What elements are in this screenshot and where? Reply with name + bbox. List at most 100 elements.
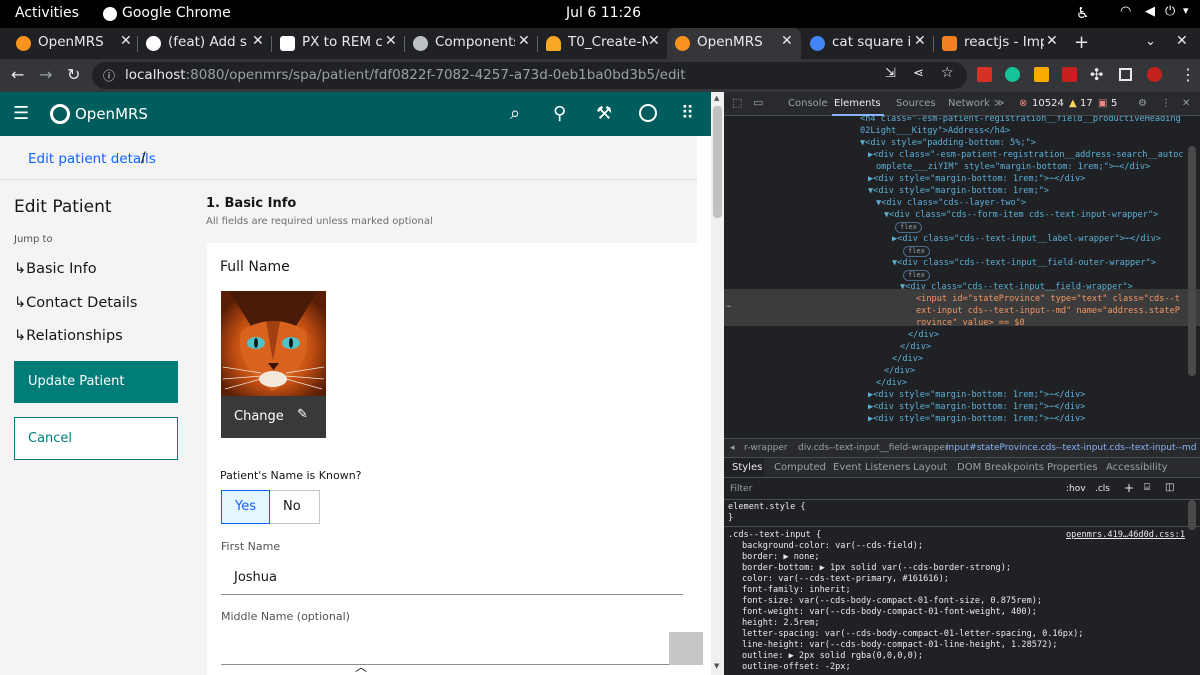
name-known-yes-switch[interactable]: Yes	[221, 490, 270, 524]
brand-name[interactable]: OpenMRS	[75, 105, 148, 123]
rule-selector[interactable]: .cds--text-input {	[728, 530, 821, 541]
edit-pencil-icon[interactable]: ✎	[297, 407, 308, 422]
css-declaration[interactable]: font-weight: var(--cds-body-compact-01-f…	[742, 607, 1037, 618]
address-bar[interactable]: ⓘ localhost:8080/openmrs/spa/patient/fdf…	[92, 62, 967, 89]
browser-tab-active[interactable]: OpenMRS ✕	[667, 28, 801, 59]
tab-dom-breakpoints[interactable]: DOM Breakpoints	[957, 462, 1044, 473]
dom-line[interactable]: ▼<div class="cds--text-input__field-wrap…	[900, 281, 1133, 293]
dom-line[interactable]: ▼<div style="margin-bottom: 1rem;">	[868, 185, 1049, 197]
grammarly-icon[interactable]	[1005, 67, 1020, 82]
browser-tab[interactable]: (feat) Add su ✕	[138, 28, 270, 59]
css-declaration[interactable]: background-color: var(--cds-field);	[742, 541, 923, 552]
close-window-icon[interactable]: ✕	[1176, 33, 1188, 49]
toggle-sidebar-icon[interactable]: ◫	[1165, 482, 1174, 493]
settings-gear-icon[interactable]: ⚙	[1138, 98, 1147, 109]
forward-icon[interactable]: →	[39, 65, 52, 85]
openmrs-logo-icon[interactable]	[50, 104, 70, 124]
dom-line[interactable]: 02Light___Kitgy">Address</h4>	[860, 125, 1010, 137]
inspect-element-icon[interactable]: ⬚	[732, 96, 742, 109]
elements-scrollbar-thumb[interactable]	[1188, 146, 1196, 376]
css-declaration[interactable]: height: 2.5rem;	[742, 618, 820, 629]
flex-badge[interactable]: flex	[903, 270, 930, 281]
css-declaration[interactable]: color: var(--cds-text-primary, #161616);	[742, 574, 949, 585]
scroll-up-arrow-icon[interactable]: ▲	[714, 94, 719, 102]
change-photo-button[interactable]: Change	[234, 409, 284, 424]
first-name-input[interactable]: Joshua	[221, 559, 683, 595]
tab-search-icon[interactable]: ⌄	[1145, 34, 1156, 49]
browser-tab[interactable]: cat square im ✕	[802, 28, 932, 59]
close-tab-icon[interactable]: ✕	[385, 33, 397, 49]
new-tab-icon[interactable]: +	[1074, 32, 1089, 53]
scrollbar-thumb[interactable]	[713, 106, 722, 218]
search-icon[interactable]: ⌕	[510, 104, 520, 124]
dom-line[interactable]: ▶<div style="margin-bottom: 1rem;">⋯</di…	[868, 389, 1085, 401]
hover-state-toggle[interactable]: :hov	[1066, 484, 1086, 494]
chevron-up-icon[interactable]: ︿	[355, 658, 367, 675]
activities-button[interactable]: Activities	[15, 5, 79, 21]
close-tab-icon[interactable]: ✕	[518, 33, 530, 49]
tab-accessibility[interactable]: Accessibility	[1106, 462, 1168, 473]
scroll-down-arrow-icon[interactable]: ▼	[714, 662, 719, 670]
dom-crumb[interactable]: div.cds--text-input__field-wrapper	[798, 443, 949, 453]
dom-line[interactable]: ▼<div class="cds--layer-two">	[876, 197, 1026, 209]
dom-line[interactable]: ▶<div style="margin-bottom: 1rem;">⋯</di…	[868, 401, 1085, 413]
dom-line-selected[interactable]: ext-input cds--text-input--md" name="add…	[916, 305, 1180, 317]
tab-console[interactable]: Console	[788, 98, 828, 109]
dom-line-selected[interactable]: rovince" value> == $0	[916, 317, 1025, 329]
close-devtools-icon[interactable]: ✕	[1182, 98, 1190, 109]
browser-tab[interactable]: T0_Create-N ✕	[538, 28, 666, 59]
styles-scrollbar-thumb[interactable]	[1188, 500, 1196, 530]
dom-line[interactable]: </div>	[884, 365, 915, 377]
app-name[interactable]: Google Chrome	[122, 5, 231, 21]
tab-sources[interactable]: Sources	[896, 98, 936, 109]
browser-tab[interactable]: Components ✕	[405, 28, 536, 59]
tab-properties[interactable]: Properties	[1047, 462, 1098, 473]
css-declaration[interactable]: letter-spacing: var(--cds-body-compact-0…	[742, 629, 1083, 640]
css-declaration[interactable]: outline: ▶ 2px solid rgba(0,0,0,0);	[742, 651, 923, 662]
css-declaration[interactable]: outline-offset: -2px;	[742, 662, 851, 673]
more-tabs-icon[interactable]: ≫	[994, 98, 1004, 109]
flex-badge[interactable]: flex	[895, 222, 922, 233]
warning-count[interactable]: 17	[1080, 98, 1093, 109]
extensions-puzzle-icon[interactable]: ✣	[1090, 65, 1103, 85]
close-tab-icon[interactable]: ✕	[648, 33, 660, 49]
jump-link-relationships[interactable]: ↳Relationships	[14, 328, 123, 344]
inner-scrollbar-thumb[interactable]	[669, 632, 703, 665]
system-admin-wrench-icon[interactable]: ⚒	[596, 104, 612, 124]
extension-icon[interactable]	[977, 67, 992, 82]
css-declaration[interactable]: line-height: var(--cds-body-compact-01-l…	[742, 640, 1058, 651]
dom-line[interactable]: ▼<div class="cds--text-input__field-oute…	[892, 257, 1156, 269]
tab-network[interactable]: Network	[948, 98, 990, 109]
install-app-icon[interactable]: ⇲	[885, 66, 896, 81]
tab-layout[interactable]: Layout	[913, 462, 947, 473]
add-patient-icon[interactable]: ⚲	[553, 104, 566, 124]
dom-crumb-selected[interactable]: input#stateProvince.cds--text-input.cds-…	[946, 443, 1197, 453]
jump-link-contact-details[interactable]: ↳Contact Details	[14, 295, 137, 311]
dom-line[interactable]: <h4 class="-esm-patient-registration__fi…	[860, 116, 1181, 125]
user-avatar-icon[interactable]	[639, 104, 657, 122]
dom-line[interactable]: ▼<div style="padding-bottom: 5%;">	[860, 137, 1036, 149]
extension-icon[interactable]	[1034, 67, 1049, 82]
class-toggle[interactable]: .cls	[1095, 484, 1110, 494]
accessibility-icon[interactable]: ♿	[1076, 4, 1089, 22]
tab-elements[interactable]: Elements	[834, 98, 881, 109]
dom-line[interactable]: ▼<div class="cds--form-item cds--text-in…	[884, 209, 1158, 221]
styles-filter-input[interactable]: Filter	[730, 484, 752, 494]
css-declaration[interactable]: border-bottom: ▶ 1px solid var(--cds-bor…	[742, 563, 1011, 574]
patient-photo-cat-image[interactable]	[221, 291, 326, 396]
element-state-icon[interactable]: ⌸	[1144, 482, 1150, 493]
dom-line[interactable]: ▶<div style="margin-bottom: 1rem;">⋯</di…	[868, 413, 1085, 425]
power-icon[interactable]: ⏻	[1165, 4, 1175, 19]
dom-line[interactable]: </div>	[892, 353, 923, 365]
dom-line[interactable]: ▶<div class="-esm-patient-registration__…	[868, 149, 1184, 161]
update-patient-button[interactable]: Update Patient	[14, 361, 178, 403]
css-declaration[interactable]: border: ▶ none;	[742, 552, 820, 563]
devtools-menu-icon[interactable]: ⋮	[1161, 98, 1171, 109]
volume-icon[interactable]: ◀	[1145, 4, 1155, 19]
clock[interactable]: Jul 6 11:26	[566, 5, 641, 21]
browser-tab[interactable]: reactjs - Imp ✕	[934, 28, 1064, 59]
url-text[interactable]: localhost:8080/openmrs/spa/patient/fdf08…	[125, 67, 686, 83]
warning-count-icon[interactable]: ▲	[1069, 98, 1077, 109]
cancel-button[interactable]: Cancel	[14, 417, 178, 460]
close-tab-icon[interactable]: ✕	[120, 33, 132, 49]
